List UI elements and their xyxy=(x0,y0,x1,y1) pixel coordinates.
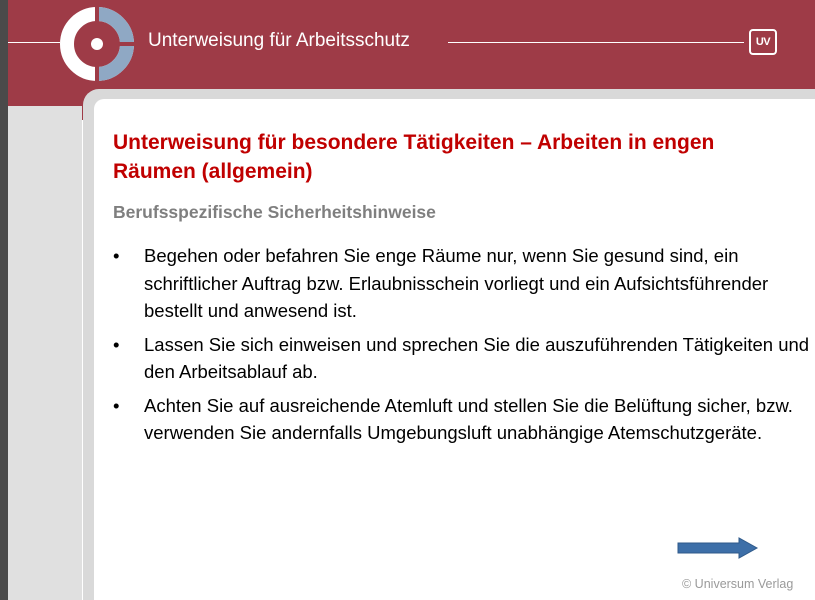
uv-logo-badge: UV xyxy=(749,29,777,55)
header-rule-right xyxy=(448,42,744,43)
header-rule-left xyxy=(8,42,60,43)
bullet-text: Lassen Sie sich einweisen und sprechen S… xyxy=(144,333,810,383)
arrow-right-icon[interactable] xyxy=(677,537,759,559)
circle-logo-icon xyxy=(60,7,134,81)
bullet-marker: • xyxy=(113,394,120,416)
bullet-text: Begehen oder befahren Sie enge Räume nur… xyxy=(144,245,769,321)
bullet-item: • Achten Sie auf ausreichende Atemluft u… xyxy=(113,392,813,447)
left-side-panel xyxy=(8,106,82,600)
copyright-notice: © Universum Verlag xyxy=(682,577,794,591)
bullet-text: Achten Sie auf ausreichende Atemluft und… xyxy=(144,394,793,444)
slide-title: Unterweisung für besondere Tätigkeiten –… xyxy=(113,131,715,183)
bullet-item: • Begehen oder befahren Sie enge Räume n… xyxy=(113,242,813,325)
bullet-list: • Begehen oder befahren Sie enge Räume n… xyxy=(113,242,813,453)
left-border-strip xyxy=(0,0,8,600)
slide-subtitle: Berufsspezifische Sicherheitshinweise xyxy=(113,202,436,222)
header-title: Unterweisung für Arbeitsschutz xyxy=(148,30,410,51)
bullet-item: • Lassen Sie sich einweisen und sprechen… xyxy=(113,331,813,386)
bullet-marker: • xyxy=(113,245,120,266)
bullet-marker: • xyxy=(113,333,120,355)
